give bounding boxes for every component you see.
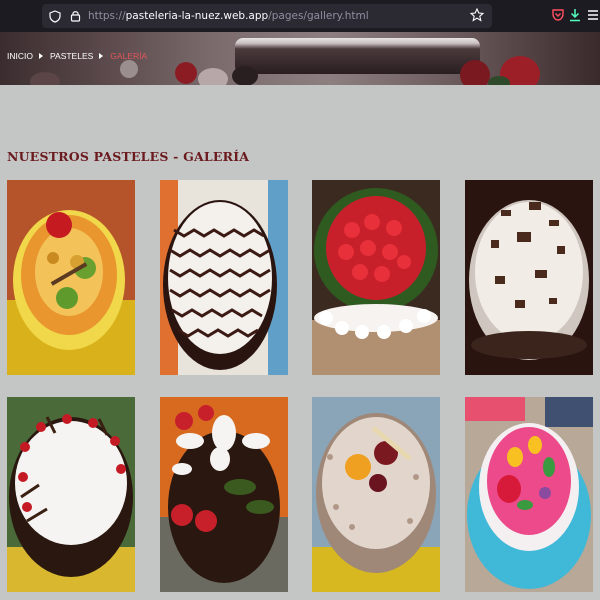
bookmark-star-icon[interactable]: [469, 7, 486, 24]
url-bar[interactable]: https://pasteleria-la-nuez.web.app/pages…: [42, 4, 492, 28]
breadcrumb-chevron-icon: [38, 53, 43, 59]
pocket-icon[interactable]: [551, 8, 567, 24]
chocolate-flowers-cake-photo[interactable]: [160, 397, 288, 592]
fruit-cake-photo[interactable]: [7, 180, 135, 375]
banner-cake-image: [235, 38, 480, 74]
breadcrumb-chevron-icon: [99, 53, 104, 59]
shield-icon[interactable]: [48, 9, 62, 23]
jelly-flower-cake-photo[interactable]: [465, 397, 593, 592]
url-text: https://pasteleria-la-nuez.web.app/pages…: [88, 10, 369, 22]
page-title: NUESTROS PASTELES - GALERÍA: [7, 149, 250, 164]
chocolate-zigzag-cake-photo[interactable]: [160, 180, 288, 375]
lock-icon[interactable]: [68, 9, 82, 23]
browser-toolbar: https://pasteleria-la-nuez.web.app/pages…: [0, 0, 600, 32]
peach-cream-cake-photo[interactable]: [312, 397, 440, 592]
breadcrumb-pasteles-link[interactable]: PASTELES: [50, 51, 93, 61]
download-icon[interactable]: [568, 8, 584, 24]
black-forest-cake-photo[interactable]: [7, 397, 135, 592]
breadcrumb: INICIO PASTELES GALERÍA: [7, 51, 147, 61]
breadcrumb-current: GALERÍA: [110, 51, 148, 61]
strawberry-cake-photo[interactable]: [312, 180, 440, 375]
menu-icon[interactable]: [587, 8, 600, 24]
breadcrumb-inicio-link[interactable]: INICIO: [7, 51, 33, 61]
chocolate-chips-cream-cake-photo[interactable]: [465, 180, 593, 375]
